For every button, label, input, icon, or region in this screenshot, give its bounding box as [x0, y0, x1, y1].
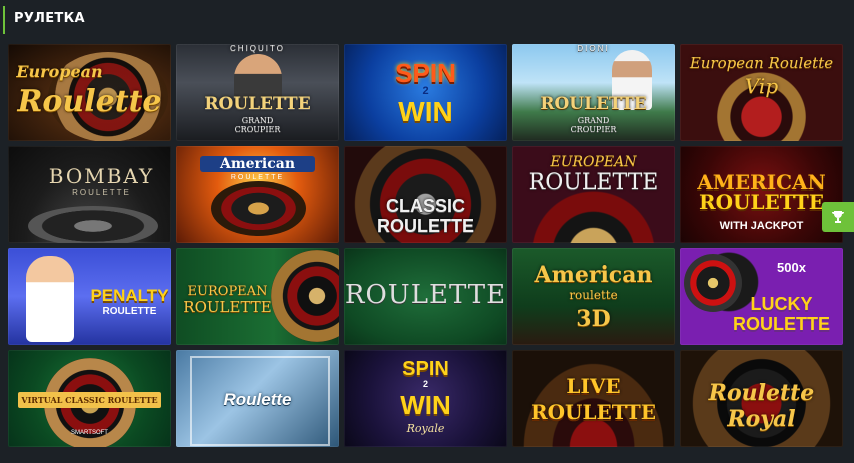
section-accent-bar	[3, 6, 5, 34]
tile-title-line1: EUROPEAN	[187, 284, 268, 299]
tile-title-line2: GRAND	[577, 116, 610, 125]
roulette-wheel-image	[211, 181, 306, 236]
tile-title-line2: SMARTSOFT	[71, 430, 108, 436]
game-tile-penalty-roulette[interactable]: PENALTY ROULETTE	[8, 248, 171, 345]
tile-title-line3: ROULETTE	[733, 314, 830, 334]
tile-title-line1: CLASSIC	[385, 196, 465, 216]
section-header: РУЛЕТКА	[0, 0, 854, 40]
game-tile-european-roulette-vip[interactable]: European Roulette Vip	[680, 44, 843, 141]
tile-title-line1: ROULETTE	[540, 94, 647, 114]
game-tile-spin-2-win-royale[interactable]: SPIN 2 WIN Royale	[344, 350, 507, 447]
tile-title-line1: PENALTY	[90, 286, 169, 305]
tile-title-line2: Roulette	[17, 84, 162, 119]
tile-title-line2: LUCKY	[750, 294, 813, 314]
tile-title-line3: CROUPIER	[234, 125, 281, 134]
tile-title-line2: ROULETTE	[230, 174, 285, 181]
tile-title-line2: Vip	[744, 74, 779, 98]
tile-title-line2: ROULETTE	[72, 188, 131, 197]
tile-title-line1: 500x	[777, 260, 806, 275]
tile-top-text: DIONI	[577, 44, 610, 53]
tile-title-line1: European	[16, 62, 103, 81]
tile-title-line3: WITH JACKPOT	[719, 220, 804, 232]
game-tile-european-roulette-2[interactable]: EUROPEAN ROULETTE	[512, 146, 675, 243]
trophy-button[interactable]	[822, 202, 854, 232]
tile-title-line1: European Roulette	[689, 54, 834, 72]
game-tile-american-roulette[interactable]: American ROULETTE	[176, 146, 339, 243]
tile-title-line1: ROULETTE	[344, 280, 507, 310]
tile-title-line3: WIN	[398, 96, 453, 127]
game-tile-roulette-royal[interactable]: Roulette Royal	[680, 350, 843, 447]
tile-title-line1: American	[200, 156, 315, 172]
game-tile-roulette-blue[interactable]: Roulette	[176, 350, 339, 447]
game-tile-bombay-roulette[interactable]: BOMBAY ROULETTE	[8, 146, 171, 243]
game-tile-roulette-grand-croupier-dioni[interactable]: DIONI ROULETTE GRAND CROUPIER	[512, 44, 675, 141]
tile-title-line3: WIN	[400, 390, 451, 420]
game-tile-european-roulette-3[interactable]: EUROPEAN ROULETTE	[176, 248, 339, 345]
tile-title-line2: ROULETTE	[698, 190, 825, 214]
tile-title-line1: American	[534, 262, 653, 288]
tile-title-line1: EUROPEAN	[550, 154, 637, 170]
tile-title-line2: ROULETTE	[377, 216, 474, 236]
tile-title-line2: GRAND	[241, 116, 274, 125]
tile-title-line3: CROUPIER	[570, 125, 617, 134]
tile-title-line1: VIRTUAL CLASSIC ROULETTE	[18, 392, 161, 408]
tile-title-line1: SPIN	[402, 358, 449, 380]
game-tile-european-roulette[interactable]: European Roulette	[8, 44, 171, 141]
tile-title-line1: ROULETTE	[204, 94, 311, 114]
game-tile-lucky-roulette[interactable]: 500x LUCKY ROULETTE	[680, 248, 843, 345]
games-grid: European Roulette CHIQUITO ROULETTE GRAN…	[8, 44, 844, 448]
tile-title-line1: BOMBAY	[48, 164, 155, 188]
game-tile-roulette-green[interactable]: ROULETTE	[344, 248, 507, 345]
trophy-icon	[832, 211, 844, 223]
game-tile-live-roulette[interactable]: LIVE ROULETTE	[512, 350, 675, 447]
tile-title-line2: ROULETTE	[528, 170, 659, 195]
section-title: РУЛЕТКА	[14, 11, 85, 26]
game-tile-american-roulette-3d[interactable]: American roulette 3D	[512, 248, 675, 345]
game-tile-roulette-grand-croupier-chiquito[interactable]: CHIQUITO ROULETTE GRAND CROUPIER	[176, 44, 339, 141]
tile-title-line1: LIVE	[566, 374, 621, 398]
tile-title-line3: 3D	[576, 306, 611, 332]
tile-top-text: CHIQUITO	[230, 44, 285, 53]
tile-title-line4: Royale	[406, 422, 445, 435]
tile-title-line1: Roulette	[708, 380, 815, 406]
game-tile-classic-roulette[interactable]: CLASSIC ROULETTE	[344, 146, 507, 243]
tile-title-line2: roulette	[569, 288, 618, 302]
tile-title-line2: ROULETTE	[102, 306, 157, 317]
roulette-wheel-image	[28, 206, 158, 243]
tile-title-line2: ROULETTE	[183, 298, 272, 316]
game-tile-spin-2-win[interactable]: SPIN 2 WIN	[344, 44, 507, 141]
tile-title-line2: Royal	[727, 406, 796, 432]
tile-title-line2: ROULETTE	[530, 400, 657, 424]
game-tile-american-roulette-jackpot[interactable]: AMERICAN ROULETTE WITH JACKPOT	[680, 146, 843, 243]
tile-title-line2: 2	[422, 379, 428, 389]
tile-title-line1: Roulette	[223, 390, 292, 409]
game-tile-virtual-classic-roulette[interactable]: VIRTUAL CLASSIC ROULETTE SMARTSOFT	[8, 350, 171, 447]
